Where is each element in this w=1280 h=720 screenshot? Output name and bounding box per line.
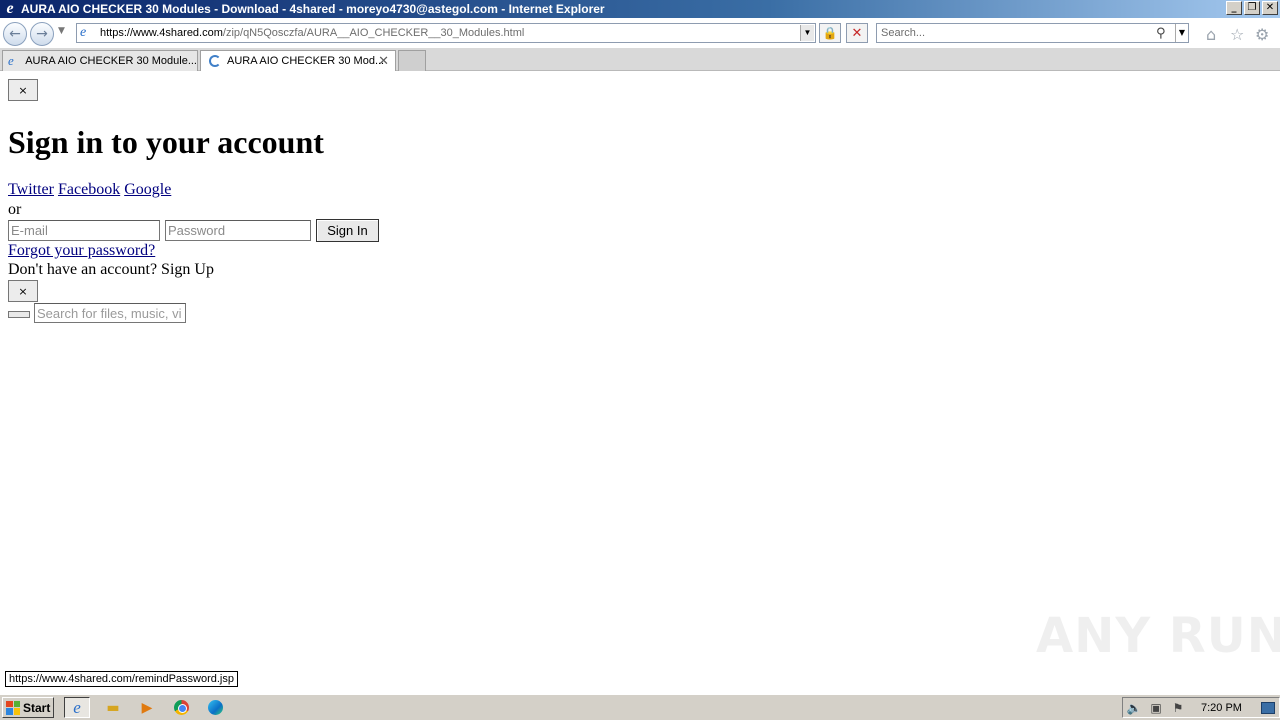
- show-desktop-icon[interactable]: [1261, 702, 1275, 714]
- file-explorer-taskbar-icon[interactable]: ▬: [100, 697, 126, 718]
- new-tab-button[interactable]: [398, 50, 426, 71]
- or-separator: or: [8, 201, 22, 218]
- anyrun-watermark: ANY RUN: [1036, 608, 1280, 664]
- system-tray: 🔈 ▣ ⚑ 7:20 PM: [1122, 697, 1280, 718]
- loading-spinner-icon: [209, 55, 221, 67]
- network-icon[interactable]: ▣: [1145, 701, 1167, 715]
- signup-text: Don't have an account? Sign Up: [8, 261, 214, 278]
- arrow-right-icon: →: [36, 26, 48, 42]
- internet-explorer-taskbar-icon[interactable]: e: [64, 697, 90, 718]
- stop-button[interactable]: ✕: [846, 23, 868, 43]
- tab-label: AURA AIO CHECKER 30 Module...: [25, 55, 197, 67]
- address-path: /zip/qN5Qosczfa/AURA__AIO_CHECKER__30_Mo…: [222, 27, 525, 39]
- google-link[interactable]: Google: [124, 181, 171, 198]
- tab-bar: e AURA AIO CHECKER 30 Module... AURA AIO…: [0, 48, 1280, 71]
- status-url-tooltip: https://www.4shared.com/remindPassword.j…: [5, 671, 238, 687]
- page-content: × Sign in to your account Twitter Facebo…: [0, 72, 1280, 670]
- search-icon[interactable]: ⚲: [1156, 26, 1166, 41]
- sign-in-button[interactable]: Sign In: [316, 219, 379, 242]
- close-icon: ✕: [851, 25, 863, 41]
- social-login-links: Twitter Facebook Google: [8, 181, 171, 199]
- home-icon[interactable]: ⌂: [1206, 25, 1216, 44]
- start-button[interactable]: Start: [2, 697, 54, 718]
- tab-favicon-icon: e: [8, 53, 14, 68]
- action-center-flag-icon[interactable]: ⚑: [1167, 701, 1189, 715]
- restore-button[interactable]: ❐: [1244, 1, 1260, 15]
- close-window-button[interactable]: ✕: [1262, 1, 1278, 15]
- lock-icon: 🔒: [822, 26, 838, 40]
- taskbar: Start e ▬ ▶ 🔈 ▣ ⚑ 7:20 PM: [0, 694, 1280, 720]
- security-lock-button[interactable]: 🔒: [819, 23, 841, 43]
- windows-logo-icon: [6, 700, 20, 715]
- window-title: AURA AIO CHECKER 30 Modules - Download -…: [21, 2, 605, 16]
- page-title: Sign in to your account: [8, 124, 324, 160]
- tab-close-icon[interactable]: ✕: [378, 53, 389, 69]
- internet-explorer-icon: e: [6, 0, 14, 17]
- forward-button[interactable]: →: [30, 22, 54, 46]
- close-search-button[interactable]: ×: [8, 280, 38, 302]
- tab-2-active[interactable]: AURA AIO CHECKER 30 Mod... ✕: [200, 50, 396, 71]
- email-field[interactable]: E-mail: [8, 220, 160, 241]
- favorites-star-icon[interactable]: ☆: [1230, 25, 1244, 44]
- chrome-taskbar-icon[interactable]: [168, 697, 194, 718]
- twitter-link[interactable]: Twitter: [8, 181, 54, 198]
- search-input[interactable]: Search...: [876, 23, 1189, 43]
- arrow-left-icon: ←: [9, 26, 21, 42]
- back-button[interactable]: ←: [3, 22, 27, 46]
- address-dropdown-icon[interactable]: ▼: [800, 25, 814, 41]
- address-host: https://www.4shared.com: [100, 27, 223, 39]
- window-controls: _ ❐ ✕: [1226, 1, 1278, 15]
- volume-icon[interactable]: 🔈: [1123, 701, 1145, 715]
- history-dropdown-icon[interactable]: ▼: [58, 26, 65, 36]
- page-favicon-icon: e: [80, 25, 87, 40]
- search-submit-button[interactable]: [8, 311, 30, 318]
- media-player-taskbar-icon[interactable]: ▶: [134, 697, 160, 718]
- gear-icon[interactable]: ⚙: [1255, 25, 1269, 44]
- navigation-bar: ← → ▼ e https://www.4shared.com/zip/qN5Q…: [0, 18, 1280, 48]
- clock[interactable]: 7:20 PM: [1201, 702, 1242, 714]
- minimize-button[interactable]: _: [1226, 1, 1242, 15]
- close-dialog-button[interactable]: ×: [8, 79, 38, 101]
- start-label: Start: [23, 700, 51, 715]
- password-field[interactable]: Password: [165, 220, 311, 241]
- window-titlebar: e AURA AIO CHECKER 30 Modules - Download…: [0, 0, 1280, 18]
- forgot-password-link[interactable]: Forgot your password?: [8, 242, 155, 260]
- tab-1[interactable]: e AURA AIO CHECKER 30 Module...: [2, 50, 198, 71]
- search-dropdown-icon[interactable]: ▼: [1175, 24, 1188, 42]
- facebook-link[interactable]: Facebook: [58, 181, 120, 198]
- address-bar[interactable]: e https://www.4shared.com/zip/qN5Qosczfa…: [76, 23, 816, 43]
- edge-taskbar-icon[interactable]: [202, 697, 228, 718]
- tab-label: AURA AIO CHECKER 30 Mod...: [227, 55, 385, 67]
- file-search-input[interactable]: Search for files, music, vi: [34, 303, 186, 323]
